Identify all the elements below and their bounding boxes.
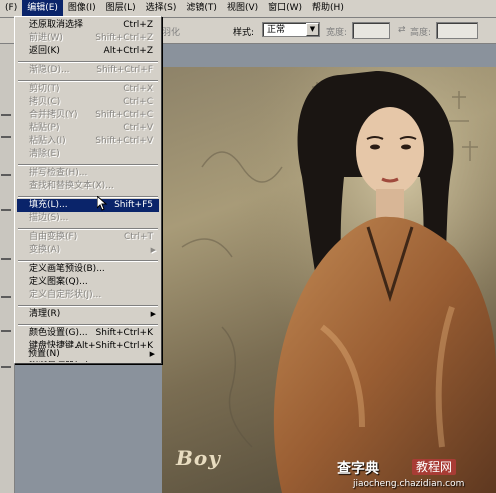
menu-item-copy-merged[interactable]: 合并拷贝(Y) Shift+Ctrl+C bbox=[17, 109, 159, 122]
width-label: 宽度: bbox=[326, 28, 348, 38]
menu-item-purge[interactable]: 清理(R) ▶ bbox=[17, 308, 159, 321]
menu-separator bbox=[18, 228, 158, 230]
menu-edit[interactable]: 编辑(E) bbox=[22, 0, 63, 17]
menu-item-paste-into[interactable]: 粘贴入(I) Shift+Ctrl+V bbox=[17, 135, 159, 148]
menu-filter[interactable]: 滤镜(T) bbox=[181, 0, 222, 17]
menu-item-find-replace[interactable]: 查找和替换文本(X)... bbox=[17, 180, 159, 193]
tool-icon[interactable] bbox=[1, 174, 11, 176]
watermark-url: jiaocheng.chazidian.com bbox=[353, 479, 465, 489]
menu-image[interactable]: 图像(I) bbox=[63, 0, 101, 17]
menu-separator bbox=[18, 61, 158, 63]
menu-select[interactable]: 选择(S) bbox=[141, 0, 182, 17]
height-input[interactable] bbox=[436, 22, 478, 39]
submenu-arrow-icon: ▶ bbox=[150, 246, 156, 254]
document-canvas[interactable] bbox=[162, 67, 496, 493]
menu-separator bbox=[18, 164, 158, 166]
tool-icon[interactable] bbox=[1, 209, 11, 211]
height-label: 高度: bbox=[410, 28, 432, 38]
width-input[interactable] bbox=[352, 22, 390, 39]
menu-help[interactable]: 帮助(H) bbox=[307, 0, 349, 17]
tool-icon[interactable] bbox=[1, 296, 11, 298]
menu-item-cut[interactable]: 剪切(T) Ctrl+X bbox=[17, 83, 159, 96]
feather-label: 羽化 bbox=[162, 28, 181, 38]
swap-icon[interactable]: ⇄ bbox=[398, 25, 406, 35]
mouse-cursor-icon bbox=[97, 196, 108, 211]
menu-item-step-backward[interactable]: 返回(K) Alt+Ctrl+Z bbox=[17, 45, 159, 58]
style-label: 样式: bbox=[233, 28, 255, 38]
watermark-badge: 教程网 bbox=[412, 459, 457, 475]
tool-icon[interactable] bbox=[1, 114, 11, 116]
menu-item-paste[interactable]: 粘贴(P) Ctrl+V bbox=[17, 122, 159, 135]
menu-item-preferences[interactable]: 预置(N) ▶ bbox=[16, 348, 158, 361]
menu-item-copy[interactable]: 拷贝(C) Ctrl+C bbox=[17, 96, 159, 109]
menu-item-clear[interactable]: 清除(E) bbox=[17, 148, 159, 161]
menu-separator bbox=[18, 80, 158, 82]
menu-item-check-spelling[interactable]: 拼写检查(H)... bbox=[17, 167, 159, 180]
menu-item-fill[interactable]: 填充(L)... Shift+F5 bbox=[17, 199, 159, 212]
menu-layer[interactable]: 图层(L) bbox=[101, 0, 141, 17]
menu-item-color-settings[interactable]: 颜色设置(G)... Shift+Ctrl+K bbox=[17, 327, 159, 340]
toolbox bbox=[0, 44, 15, 493]
tool-icon[interactable] bbox=[1, 366, 11, 368]
chevron-down-icon[interactable]: ▼ bbox=[306, 23, 319, 36]
menu-item-undo[interactable]: 还原取消选择 Ctrl+Z bbox=[17, 19, 159, 32]
logo: Boy bbox=[176, 446, 221, 470]
style-select-value: 正常 bbox=[267, 25, 286, 35]
menu-view[interactable]: 视图(V) bbox=[222, 0, 263, 17]
menu-item-free-transform[interactable]: 自由变换(F) Ctrl+T bbox=[17, 231, 159, 244]
submenu-arrow-icon: ▶ bbox=[149, 350, 155, 358]
menu-file-partial[interactable]: (F) bbox=[0, 0, 22, 17]
edit-menu: 还原取消选择 Ctrl+Z 前进(W) Shift+Ctrl+Z 返回(K) Alt+… bbox=[14, 16, 162, 364]
portrait-image bbox=[162, 67, 496, 493]
menu-item-stroke[interactable]: 描边(S)... bbox=[17, 212, 159, 225]
menu-item-define-pattern[interactable]: 定义图案(Q)... bbox=[17, 276, 159, 289]
menu-window[interactable]: 窗口(W) bbox=[263, 0, 307, 17]
tool-icon[interactable] bbox=[1, 136, 11, 138]
menu-separator bbox=[18, 324, 158, 326]
menu-separator bbox=[18, 260, 158, 262]
tool-icon[interactable] bbox=[1, 330, 11, 332]
menu-item-transform[interactable]: 变换(A) ▶ bbox=[17, 244, 159, 257]
menu-separator bbox=[18, 196, 158, 198]
menu-item-define-custom-shape[interactable]: 定义自定形状(J)... bbox=[17, 289, 159, 302]
menu-separator bbox=[18, 305, 158, 307]
submenu-arrow-icon: ▶ bbox=[150, 310, 156, 318]
menu-item-fade[interactable]: 渐隐(D)... Shift+Ctrl+F bbox=[17, 64, 159, 77]
menu-item-step-forward[interactable]: 前进(W) Shift+Ctrl+Z bbox=[17, 32, 159, 45]
tool-icon[interactable] bbox=[1, 258, 11, 260]
watermark-site: 查字典 bbox=[337, 461, 379, 477]
menu-item-define-brush[interactable]: 定义画笔预设(B)... bbox=[17, 263, 159, 276]
style-select[interactable]: 正常 ▼ bbox=[262, 22, 320, 37]
